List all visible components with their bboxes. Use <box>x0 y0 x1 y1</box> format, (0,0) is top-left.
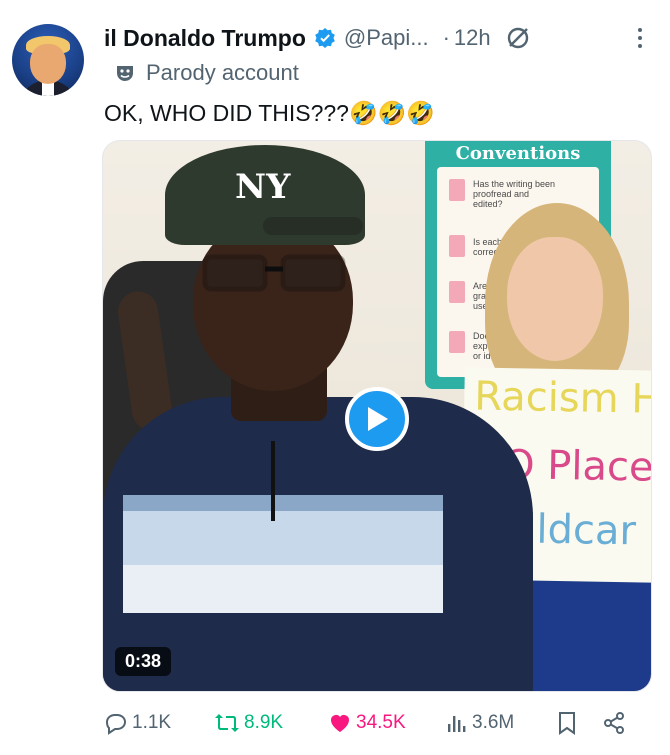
parody-label-text: Parody account <box>146 60 299 85</box>
video-player[interactable]: Conventions Has the writing been proofre… <box>102 140 652 692</box>
poster-line: proofread and <box>473 189 530 199</box>
sign-line: Racism H <box>473 373 652 423</box>
grok-icon[interactable] <box>505 25 531 51</box>
retweet-count: 8.9K <box>244 712 284 733</box>
play-icon <box>368 407 388 431</box>
parody-label: Parody account <box>104 60 299 86</box>
poster-line: edited? <box>473 199 503 209</box>
theater-mask-icon <box>114 62 136 84</box>
avatar[interactable] <box>12 24 84 96</box>
tweet-actions: 1.1K 8.9K 34.5K 3.6M <box>104 706 650 740</box>
poster-title: Conventions <box>455 143 581 164</box>
verified-badge-icon <box>314 27 336 49</box>
timestamp[interactable]: 12h <box>454 25 491 51</box>
handle[interactable]: @Papi... <box>344 25 429 51</box>
avatar-face <box>30 44 66 84</box>
poster-line: Has the writing been <box>473 179 556 189</box>
sweater-zipper <box>271 441 275 521</box>
reply-count: 1.1K <box>132 712 172 733</box>
retweet-button[interactable]: 8.9K <box>214 711 328 735</box>
bookmark-button[interactable] <box>556 711 582 735</box>
reply-icon <box>105 714 127 735</box>
cap-logo: NY <box>235 167 291 207</box>
video-duration: 0:38 <box>115 647 172 676</box>
share-button[interactable] <box>602 711 630 735</box>
separator-dot: · <box>442 25 450 50</box>
glasses <box>202 254 346 292</box>
views-count: 3.6M <box>472 712 515 733</box>
more-options-icon[interactable] <box>630 24 650 52</box>
share-icon <box>604 712 624 734</box>
views-icon <box>448 716 466 732</box>
play-button[interactable] <box>345 387 409 451</box>
like-count: 34.5K <box>356 712 406 733</box>
like-button[interactable]: 34.5K <box>328 711 446 735</box>
retweet-icon <box>215 714 239 732</box>
tweet-text: OK, WHO DID THIS???🤣🤣🤣 <box>104 100 435 126</box>
bookmark-icon <box>559 712 575 735</box>
reply-button[interactable]: 1.1K <box>104 711 214 735</box>
cap-brim <box>263 217 363 235</box>
views-button[interactable]: 3.6M <box>446 712 542 734</box>
tweet-header: il Donaldo Trumpo @Papi... · 12h <box>104 22 650 54</box>
display-name[interactable]: il Donaldo Trumpo <box>104 25 306 52</box>
woman-face <box>507 237 603 361</box>
heart-icon <box>331 715 349 732</box>
